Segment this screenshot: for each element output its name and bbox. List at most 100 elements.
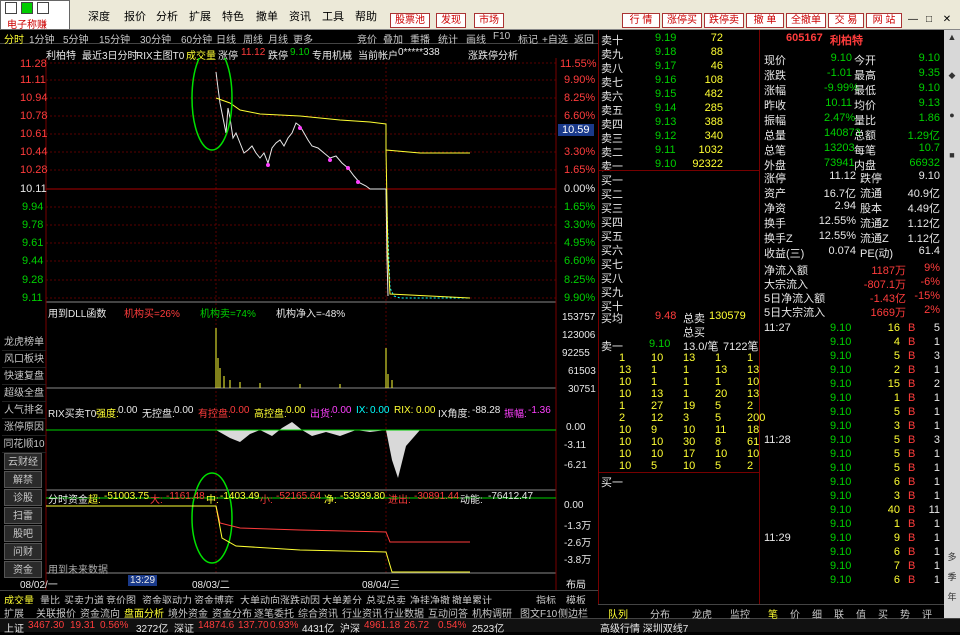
menu-item-news[interactable]: 资讯 <box>289 8 311 24</box>
side-item[interactable]: 问财 <box>4 543 42 560</box>
side-item[interactable]: 超级全盘 <box>2 385 46 402</box>
tab-monitor[interactable]: 监控 <box>730 606 750 621</box>
tool-overlay[interactable]: 叠加 <box>383 31 403 46</box>
period-label[interactable]: 年 <box>946 590 958 603</box>
tab-queue[interactable]: 队列 <box>608 606 628 621</box>
layout-button[interactable]: 布局 <box>566 576 586 591</box>
tool-timeshare[interactable]: 分时 <box>4 31 24 46</box>
tab-dragon[interactable]: 龙虎 <box>692 606 712 621</box>
queue-cell: 13 <box>747 364 760 376</box>
queue-cell: 10 <box>747 376 760 388</box>
tool-replay[interactable]: 重播 <box>410 31 430 46</box>
tool-f10[interactable]: F10 <box>493 31 510 42</box>
toolbar-icon[interactable]: ● <box>946 110 958 120</box>
side-item[interactable]: 风口板块 <box>2 351 46 368</box>
period-label[interactable]: 多 <box>946 550 958 563</box>
index-name[interactable]: 上证 <box>4 620 24 635</box>
toolbar-icon[interactable]: ◆ <box>946 70 958 81</box>
rix-v: 0.00 <box>416 405 436 416</box>
cancel-order-tab[interactable]: 撤 单 <box>746 13 784 28</box>
index-name[interactable]: 沪深 <box>340 620 360 635</box>
menu-item-analysis[interactable]: 分析 <box>156 8 178 24</box>
limit-down-sell-tab[interactable]: 跌停卖 <box>704 13 744 28</box>
queue-cell: 5 <box>715 460 722 472</box>
index-pct: 0.93% <box>270 620 299 631</box>
tick-tab[interactable]: 势 <box>900 606 910 621</box>
tab-distribution[interactable]: 分布 <box>650 606 670 621</box>
tool-more[interactable]: 更多 <box>293 31 313 46</box>
tool-week[interactable]: 周线 <box>243 31 263 46</box>
side-item[interactable]: 人气排名 <box>2 402 46 419</box>
tool-stats[interactable]: 统计 <box>438 31 458 46</box>
app-logo[interactable]: 电子称赚 <box>0 0 70 31</box>
fund-value: 40.9亿 <box>907 188 940 200</box>
side-item[interactable]: 解禁 <box>4 471 42 488</box>
side-item[interactable]: 快速复盘 <box>2 368 46 385</box>
pct-tick: 8.25% <box>564 92 596 104</box>
side-item[interactable]: 龙虎榜单 <box>2 334 46 351</box>
maximize-icon[interactable]: □ <box>922 13 936 27</box>
menu-item-tools[interactable]: 工具 <box>322 8 344 24</box>
menu-item-extend[interactable]: 扩展 <box>189 8 211 24</box>
website-tab[interactable]: 网 站 <box>866 13 902 28</box>
tick-tab[interactable]: 细 <box>812 606 822 621</box>
queue-cell: 10 <box>619 424 632 436</box>
tick-tab[interactable]: 买 <box>878 606 888 621</box>
close-icon[interactable]: ✕ <box>940 13 954 27</box>
trade-tab[interactable]: 交 易 <box>828 13 864 28</box>
menu-item-help[interactable]: 帮助 <box>355 8 377 24</box>
ask-row: 卖四 9.13 388 <box>599 116 759 131</box>
side-item[interactable]: 诊股 <box>4 489 42 506</box>
tick-price: 9.10 <box>830 476 852 488</box>
tool-auction[interactable]: 竞价 <box>357 31 377 46</box>
side-item[interactable]: 股吧 <box>4 525 42 542</box>
toolbar-icon[interactable]: ▲ <box>946 32 958 42</box>
tick-tab[interactable]: 值 <box>856 606 866 621</box>
side-item[interactable]: 云财经 <box>4 453 42 470</box>
tool-draw[interactable]: 画线 <box>466 31 486 46</box>
limit-up-buy-tab[interactable]: 涨停买 <box>662 13 702 28</box>
discover-button[interactable]: 发现 <box>436 13 466 28</box>
tick-tab[interactable]: 联 <box>834 606 844 621</box>
toolbar-icon[interactable]: ■ <box>946 150 958 160</box>
tick-price: 9.10 <box>830 462 852 474</box>
tick-volume: 15 <box>887 378 900 390</box>
tick-side: B <box>908 420 916 432</box>
quote-tab[interactable]: 行 情 <box>622 13 660 28</box>
side-item[interactable]: 资金 <box>4 561 42 578</box>
queue-cell: 10 <box>715 448 728 460</box>
quote-value: 73941 <box>824 157 855 169</box>
tool-add-watch[interactable]: +自选 <box>542 31 568 46</box>
period-label[interactable]: 季 <box>946 570 958 583</box>
tool-15min[interactable]: 15分钟 <box>99 31 130 46</box>
menu-item-depth[interactable]: 深度 <box>88 8 110 24</box>
fund-value: 16.7亿 <box>823 188 856 200</box>
side-item[interactable]: 涨停原因 <box>2 419 46 436</box>
tool-30min[interactable]: 30分钟 <box>140 31 171 46</box>
menu-item-quote[interactable]: 报价 <box>124 8 146 24</box>
tool-back[interactable]: 返回 <box>574 31 594 46</box>
side-item[interactable]: 同花顺10 <box>2 436 46 453</box>
tick-tab[interactable]: 笔 <box>768 606 778 621</box>
tick-price: 9.10 <box>830 490 852 502</box>
chart-area <box>45 58 557 590</box>
tool-5min[interactable]: 5分钟 <box>63 31 89 46</box>
menu-item-special[interactable]: 特色 <box>222 8 244 24</box>
pct-tick: 1.65% <box>564 164 596 176</box>
tool-day[interactable]: 日线 <box>216 31 236 46</box>
tool-60min[interactable]: 60分钟 <box>181 31 212 46</box>
tick-tab[interactable]: 评 <box>922 606 932 621</box>
minimize-icon[interactable]: — <box>906 13 920 27</box>
market-button[interactable]: 市场 <box>474 13 504 28</box>
logo-label: 电子称赚 <box>7 20 47 31</box>
cancel-all-tab[interactable]: 全撤单 <box>786 13 826 28</box>
tool-mark[interactable]: 标记 <box>518 31 538 46</box>
menu-item-order[interactable]: 撒单 <box>256 8 278 24</box>
tool-1min[interactable]: 1分钟 <box>29 31 55 46</box>
queue-cell: 17 <box>683 448 696 460</box>
index-name[interactable]: 深证 <box>174 620 194 635</box>
tick-tab[interactable]: 价 <box>790 606 800 621</box>
tool-month[interactable]: 月线 <box>268 31 288 46</box>
stock-pool-button[interactable]: 股票池 <box>390 13 430 28</box>
side-item[interactable]: 扫雷 <box>4 507 42 524</box>
